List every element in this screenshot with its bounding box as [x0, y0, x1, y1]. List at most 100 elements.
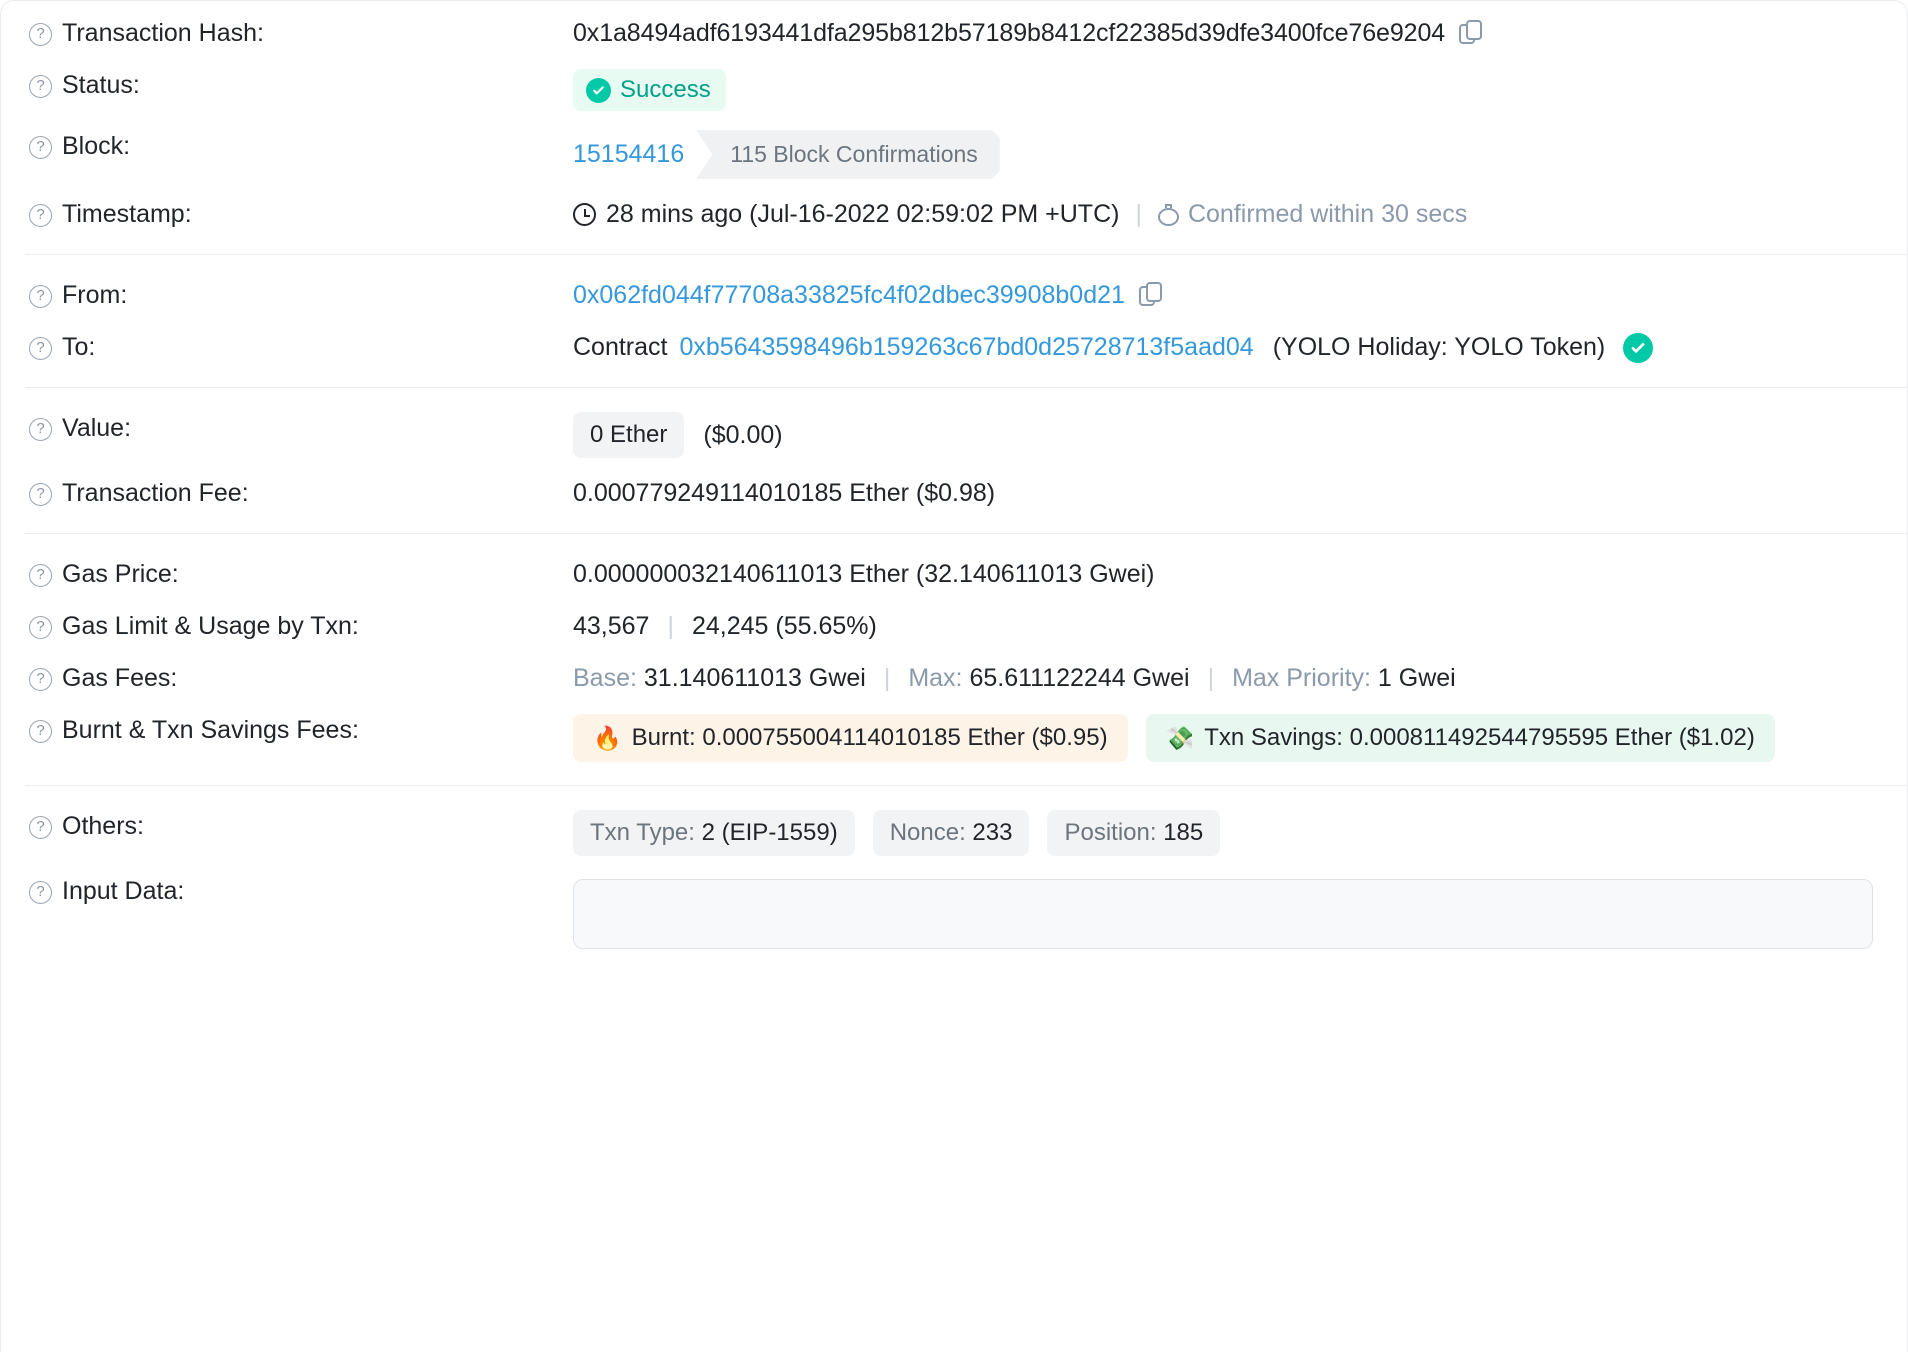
status-badge: Success [573, 69, 726, 111]
gas-limit-separator: | [667, 612, 674, 640]
timestamp-separator: | [1135, 200, 1142, 228]
value-to: Contract 0xb5643598496b159263c67bd0d2572… [573, 330, 1907, 364]
label-text: Timestamp: [62, 200, 192, 228]
value-gas-price: 0.000000032140611013 Ether (32.140611013… [573, 557, 1907, 591]
divider [25, 254, 1907, 255]
txn-type-key: Txn Type: [590, 819, 695, 846]
gas-priority-value: 1 Gwei [1377, 664, 1456, 692]
value-gas-fees: Base: 31.140611013 Gwei | Max: 65.611122… [573, 661, 1907, 695]
label-input-data: ? Input Data: [29, 874, 573, 907]
nonce-key: Nonce: [889, 819, 966, 846]
fee-badges: 🔥 Burnt: 0.000755004114010185 Ether ($0.… [573, 714, 1775, 762]
overview-group: ? Transaction Hash: 0x1a8494adf6193441df… [1, 7, 1907, 240]
row-gas-price: ? Gas Price: 0.000000032140611013 Ether … [1, 548, 1907, 600]
help-icon[interactable]: ? [29, 816, 52, 840]
gas-base-value: 31.140611013 Gwei [643, 664, 866, 692]
nonce-chip: Nonce: 233 [872, 810, 1030, 856]
label-timestamp: ? Timestamp: [29, 197, 573, 230]
divider [25, 785, 1907, 786]
label-text: Value: [62, 414, 132, 442]
divider [25, 533, 1907, 534]
value-ether-chip: 0 Ether [573, 412, 685, 458]
label-transaction-fee: ? Transaction Fee: [29, 476, 573, 509]
gas-max-key: Max: [908, 664, 963, 692]
row-input-data: ? Input Data: [1, 865, 1907, 958]
help-icon[interactable]: ? [29, 616, 52, 640]
help-icon[interactable]: ? [29, 337, 52, 361]
label-burnt-savings: ? Burnt & Txn Savings Fees: [29, 713, 573, 746]
value-input-data [573, 874, 1907, 949]
position-chip: Position: 185 [1047, 810, 1221, 856]
others-group: ? Others: Txn Type: 2 (EIP-1559) Nonce: … [1, 800, 1907, 958]
copy-icon[interactable] [1459, 19, 1485, 48]
to-address-link[interactable]: 0xb5643598496b159263c67bd0d25728713f5aad… [679, 333, 1253, 362]
help-icon[interactable]: ? [29, 720, 52, 744]
value-gas-limit-usage: 43,567 | 24,245 (55.65%) [573, 609, 1907, 643]
label-text: Block: [62, 132, 131, 160]
row-burnt-savings: ? Burnt & Txn Savings Fees: 🔥 Burnt: 0.0… [1, 704, 1907, 771]
row-to: ? To: Contract 0xb5643598496b159263c67bd… [1, 321, 1907, 373]
label-others: ? Others: [29, 809, 573, 842]
help-icon[interactable]: ? [29, 136, 52, 160]
row-gas-limit-usage: ? Gas Limit & Usage by Txn: 43,567 | 24,… [1, 600, 1907, 652]
label-gas-price: ? Gas Price: [29, 557, 573, 590]
row-transaction-hash: ? Transaction Hash: 0x1a8494adf6193441df… [1, 7, 1907, 59]
label-text: Others: [62, 812, 144, 840]
label-gas-limit-usage: ? Gas Limit & Usage by Txn: [29, 609, 573, 642]
help-icon[interactable]: ? [29, 418, 52, 442]
label-text: Input Data: [62, 877, 185, 905]
divider [25, 387, 1907, 388]
value-status: Success [573, 68, 1907, 111]
burnt-fee-badge: 🔥 Burnt: 0.000755004114010185 Ether ($0.… [573, 714, 1128, 762]
transaction-details-card: ? Transaction Hash: 0x1a8494adf6193441df… [0, 0, 1908, 1352]
help-icon[interactable]: ? [29, 668, 52, 692]
label-text: Status: [62, 71, 140, 99]
label-status: ? Status: [29, 68, 573, 101]
label-text: Transaction Fee: [62, 479, 249, 507]
gas-max-value: 65.611122244 Gwei [969, 664, 1190, 692]
row-from: ? From: 0x062fd044f77708a33825fc4f02dbec… [1, 269, 1907, 321]
timestamp-line: 28 mins ago (Jul-16-2022 02:59:02 PM +UT… [573, 200, 1467, 229]
help-icon[interactable]: ? [29, 881, 52, 905]
label-text: Gas Limit & Usage by Txn: [62, 612, 359, 640]
position-key: Position: [1064, 819, 1157, 846]
money-with-wings-icon: 💸 [1165, 724, 1195, 751]
parties-group: ? From: 0x062fd044f77708a33825fc4f02dbec… [1, 269, 1907, 373]
label-from: ? From: [29, 278, 573, 311]
help-icon[interactable]: ? [29, 564, 52, 588]
row-block: ? Block: 15154416 115 Block Confirmation… [1, 120, 1907, 188]
status-label: Success [620, 76, 711, 103]
value-timestamp: 28 mins ago (Jul-16-2022 02:59:02 PM +UT… [573, 197, 1907, 231]
value-usd: ($0.00) [703, 420, 783, 449]
row-status: ? Status: Success [1, 59, 1907, 120]
help-icon[interactable]: ? [29, 75, 52, 99]
value-block: 15154416 115 Block Confirmations [573, 129, 1907, 179]
from-address-link[interactable]: 0x062fd044f77708a33825fc4f02dbec39908b0d… [573, 281, 1125, 310]
label-value: ? Value: [29, 411, 573, 444]
value-transaction-hash: 0x1a8494adf6193441dfa295b812b57189b8412c… [573, 16, 1907, 50]
gas-price-value: 0.000000032140611013 Ether (32.140611013… [573, 560, 1155, 588]
help-icon[interactable]: ? [29, 204, 52, 228]
block-number-link[interactable]: 15154416 [573, 140, 684, 169]
label-text: Transaction Hash: [62, 19, 264, 47]
copy-icon[interactable] [1138, 281, 1165, 310]
confirmed-within-text: Confirmed within 30 secs [1187, 200, 1468, 228]
gas-limit-value: 43,567 [573, 612, 650, 640]
clock-icon [573, 203, 596, 226]
nonce-value: 233 [972, 819, 1013, 846]
value-transaction-fee: 0.000779249114010185 Ether ($0.98) [573, 476, 1907, 510]
gas-group: ? Gas Price: 0.000000032140611013 Ether … [1, 548, 1907, 771]
burnt-fee-text: Burnt: 0.000755004114010185 Ether ($0.95… [631, 724, 1108, 751]
help-icon[interactable]: ? [29, 23, 52, 47]
gas-usage-value: 24,245 (55.65%) [691, 612, 877, 640]
check-icon [586, 77, 611, 103]
help-icon[interactable]: ? [29, 285, 52, 309]
txn-type-value: 2 (EIP-1559) [701, 819, 838, 846]
contract-prefix: Contract [573, 333, 668, 361]
help-icon[interactable]: ? [29, 483, 52, 507]
block-wrapper: 15154416 115 Block Confirmations [573, 130, 1000, 179]
fire-icon: 🔥 [593, 724, 622, 751]
input-data-textarea[interactable] [573, 879, 1873, 949]
transaction-fee-value: 0.000779249114010185 Ether ($0.98) [573, 479, 996, 507]
label-text: Burnt & Txn Savings Fees: [62, 716, 359, 744]
